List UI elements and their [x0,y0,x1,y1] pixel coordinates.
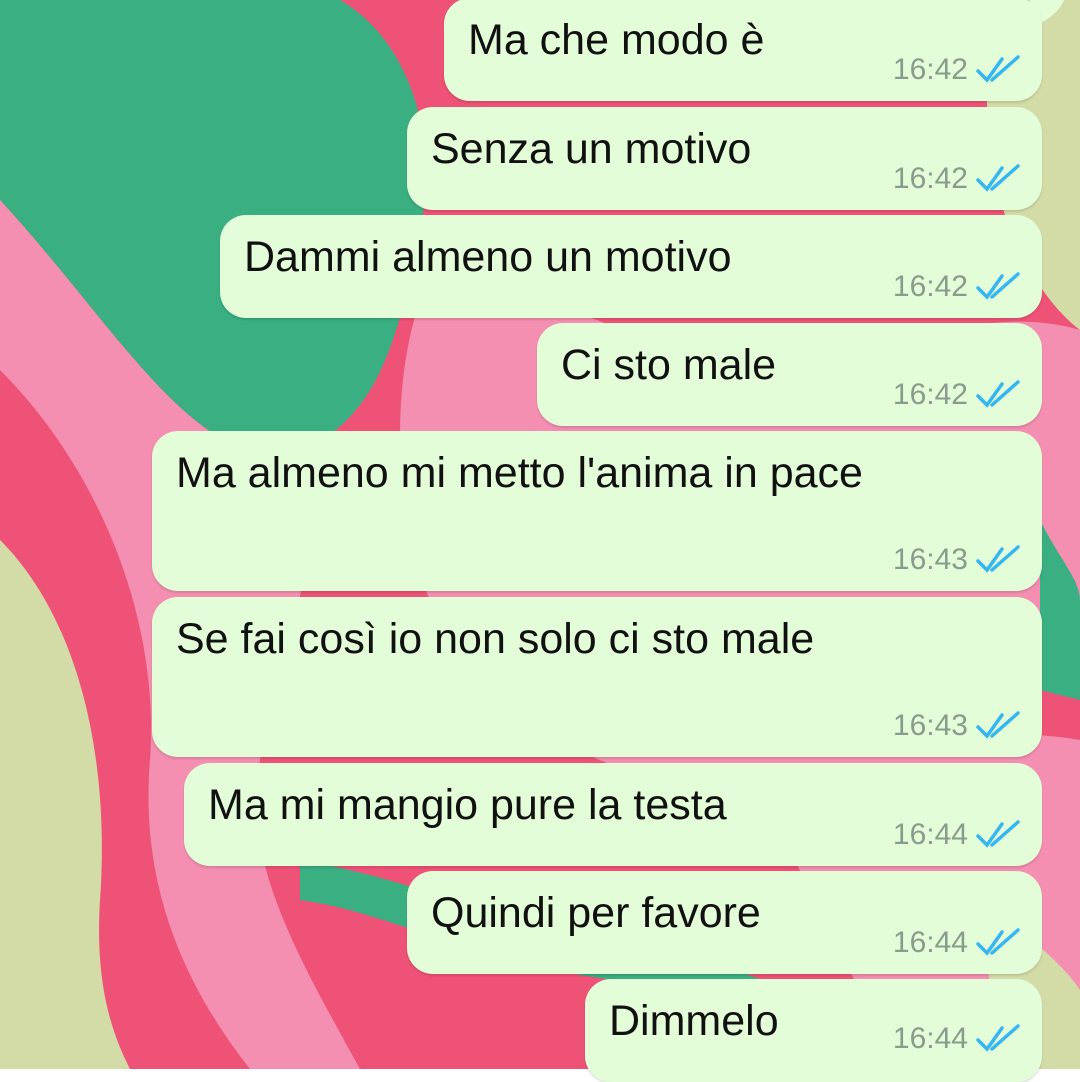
message-bubble[interactable]: Senza un motivo 16:42 [407,107,1042,210]
message-bubble[interactable]: Ma che modo è 16:42 [444,0,1042,101]
message-time: 16:42 [892,378,968,411]
message-time: 16:43 [892,709,968,742]
double-check-read-icon [976,711,1020,739]
message-time: 16:43 [892,543,968,576]
message-bubble[interactable]: Ma mi mangio pure la testa 16:44 [184,763,1042,866]
message-meta: 16:44 [893,1022,1020,1056]
message-text: Quindi per favore [431,889,761,937]
message-text: Senza un motivo [431,125,752,173]
double-check-read-icon [976,928,1020,956]
message-bubble[interactable]: Ci sto male 16:42 [537,323,1042,426]
message-meta: 16:42 [893,53,1020,87]
message-bubble[interactable]: Quindi per favore 16:44 [407,871,1042,974]
message-meta: 16:42 [893,270,1020,304]
double-check-read-icon [976,820,1020,848]
message-text: Dimmelo [609,997,779,1045]
message-time: 16:44 [892,1022,968,1055]
message-text: Ma che modo è [468,16,765,64]
message-time: 16:44 [892,818,968,851]
double-check-read-icon [976,55,1020,83]
double-check-read-icon [976,1024,1020,1052]
message-text: Ma mi mangio pure la testa [208,781,727,829]
message-text: Dammi almeno un motivo [244,233,732,281]
message-meta: 16:42 [893,162,1020,196]
message-bubble[interactable]: Dammi almeno un motivo 16:42 [220,215,1042,318]
message-text: Ma almeno mi metto l'anima in pace [176,449,863,497]
double-check-read-icon [976,545,1020,573]
message-meta: 16:43 [893,543,1020,577]
double-check-read-icon [976,272,1020,300]
message-time: 16:42 [892,162,968,195]
message-meta: 16:43 [893,709,1020,743]
double-check-read-icon [976,380,1020,408]
message-meta: 16:44 [893,818,1020,852]
message-text: Ci sto male [561,341,777,389]
message-text: Se fai così io non solo ci sto male [176,615,815,663]
double-check-read-icon [976,164,1020,192]
message-meta: 16:44 [893,926,1020,960]
message-bubble[interactable]: Dimmelo 16:44 [585,979,1042,1082]
message-meta: 16:42 [893,378,1020,412]
message-time: 16:42 [892,270,968,303]
message-bubble[interactable]: Ma almeno mi metto l'anima in pace 16:43 [152,431,1042,591]
message-time: 16:42 [892,53,968,86]
message-bubble[interactable]: Se fai così io non solo ci sto male 16:4… [152,597,1042,757]
message-time: 16:44 [892,926,968,959]
